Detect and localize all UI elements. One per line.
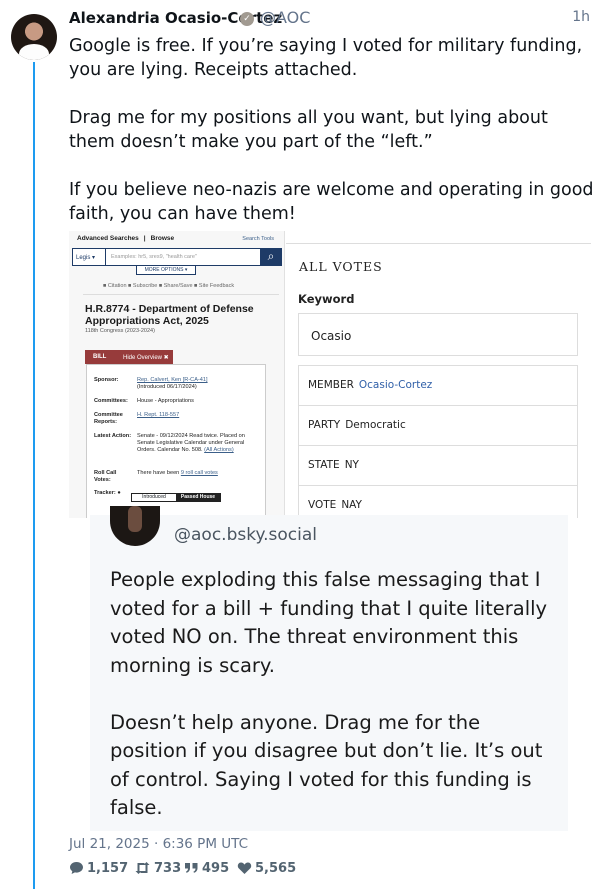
row-value: There have been [137, 470, 181, 476]
congress-nav: Advanced Searches | Browse [77, 235, 179, 242]
sponsor-intro-date: (Introduced 06/17/2024) [137, 384, 197, 390]
tweet-media[interactable]: Advanced Searches | Browse Search Tools Le… [69, 231, 591, 518]
retweet-count: 733 [154, 861, 182, 876]
row-label: Tracker: ● [94, 490, 121, 496]
reply-count: 1,157 [87, 861, 129, 876]
thread-line [33, 62, 35, 889]
post-time[interactable]: 1h [572, 9, 590, 25]
author-handle[interactable]: @AOC [260, 8, 310, 27]
tweet-stats: 1,157 733 495 5,565 [69, 861, 369, 879]
vote-row-member: MEMBER Ocasio-Cortez [299, 366, 577, 406]
all-actions-link: (All Actions) [204, 447, 234, 453]
search-tools-link: Search Tools [242, 236, 274, 242]
row-label: Latest Action: [94, 433, 132, 439]
bill-tracker: Introduced Passed House [131, 493, 221, 502]
congress-search-input: Examples: hr5, sres9, "health care" [111, 254, 197, 260]
verified-badge-icon: ✓ [240, 12, 254, 26]
vote-value: Democratic [345, 419, 406, 431]
row-value: H. Rept. 118-557 [137, 412, 180, 418]
vote-row-state: STATE NY [299, 446, 577, 486]
quoted-text: People exploding this false messaging th… [110, 568, 548, 819]
divider [83, 294, 279, 295]
vote-value: NY [344, 459, 359, 471]
tweet-header: Alexandria Ocasio-Cortez ✓ @AOC 1h [69, 7, 594, 31]
keyword-label: Keyword [298, 292, 355, 306]
tab-hide-overview: Hide Overview ✖ [123, 355, 169, 361]
vote-row-vote: VOTE NAY [299, 486, 577, 518]
bill-tabs: BILL Hide Overview ✖ [85, 350, 173, 364]
vote-key: STATE [308, 459, 340, 471]
tracker-passed-house: Passed House [176, 494, 220, 501]
quoted-handle: @aoc.bsky.social [174, 525, 317, 545]
sponsor-link: Rep. Calvert, Ken [R-CA-41] [137, 377, 208, 383]
tracker-introduced: Introduced [132, 494, 176, 501]
row-label: Sponsor: [94, 377, 119, 383]
row-value: House - Appropriations [137, 398, 194, 404]
roll-call-link: 9 roll call votes [180, 470, 218, 476]
like-stat[interactable]: 5,565 [237, 861, 296, 876]
row-label: Roll Call Votes: [94, 470, 117, 483]
action-feedback: Site Feedback [198, 283, 235, 289]
vote-key: MEMBER [308, 379, 354, 391]
quote-icon [185, 863, 198, 873]
votes-screenshot: ALL VOTES Keyword Ocasio MEMBER Ocasio-Co… [286, 231, 591, 518]
bill-title: H.R.8774 - Department of Defense Appropr… [85, 303, 254, 327]
congress-screenshot: Advanced Searches | Browse Search Tools Le… [69, 231, 285, 518]
info-icon: ● [117, 490, 121, 496]
congress-session: 118th Congress (2023-2024) [85, 328, 155, 334]
row-label: Committees: [94, 398, 128, 404]
more-options-button: MORE OPTIONS ▾ [136, 265, 196, 275]
all-votes-title: ALL VOTES [299, 259, 383, 274]
vote-record-table: MEMBER Ocasio-Cortez PARTY Democratic STAT… [298, 365, 578, 518]
bill-overview-panel: Sponsor: Rep. Calvert, Ken [R-CA-41] (Int… [86, 364, 266, 518]
vote-key: PARTY [308, 419, 341, 431]
action-share: Share/Save [163, 283, 193, 289]
vote-row-party: PARTY Democratic [299, 406, 577, 446]
congress-search-bar: Legis ▾ Examples: hr5, sres9, "health ca… [72, 248, 282, 266]
tweet-text: Google is free. If you’re saying I voted… [69, 36, 594, 224]
vote-value: NAY [341, 499, 362, 511]
row-label: Committee Reports: [94, 412, 123, 425]
action-subscribe: Subscribe [132, 283, 158, 289]
vote-value: Ocasio-Cortez [358, 379, 433, 391]
retweet-stat[interactable]: 733 [134, 861, 181, 876]
vote-key: VOTE [308, 499, 337, 511]
collection-select: Legis ▾ [73, 249, 106, 265]
tweet-timestamp[interactable]: Jul 21, 2025 · 6:36 PM UTC [69, 836, 248, 852]
divider [286, 243, 591, 244]
author-avatar[interactable] [11, 14, 57, 60]
like-count: 5,565 [255, 861, 297, 876]
tab-bill: BILL [93, 354, 107, 360]
reply-stat[interactable]: 1,157 [69, 861, 128, 876]
reply-icon [70, 862, 83, 874]
nav-separator: | [143, 235, 146, 242]
keyword-input: Ocasio [298, 313, 578, 356]
heart-icon [237, 862, 252, 874]
nav-advanced-searches: Advanced Searches [77, 235, 139, 242]
quote-count: 495 [202, 861, 230, 876]
action-citation: Citation [107, 283, 127, 289]
more-options-label: MORE OPTIONS [144, 267, 184, 273]
bill-actions: ■ Citation ■ Subscribe ■ Share/Save ■ Si… [103, 283, 235, 289]
nav-browse: Browse [150, 235, 175, 242]
search-icon: ⌕ [260, 248, 282, 266]
quoted-avatar [110, 506, 160, 546]
collection-select-value: Legis [76, 255, 91, 261]
quoted-bluesky-post[interactable]: @aoc.bsky.social People exploding this f… [90, 506, 568, 831]
quote-stat[interactable]: 495 [184, 861, 229, 876]
retweet-icon [135, 862, 150, 874]
avatar-figure [19, 44, 49, 60]
